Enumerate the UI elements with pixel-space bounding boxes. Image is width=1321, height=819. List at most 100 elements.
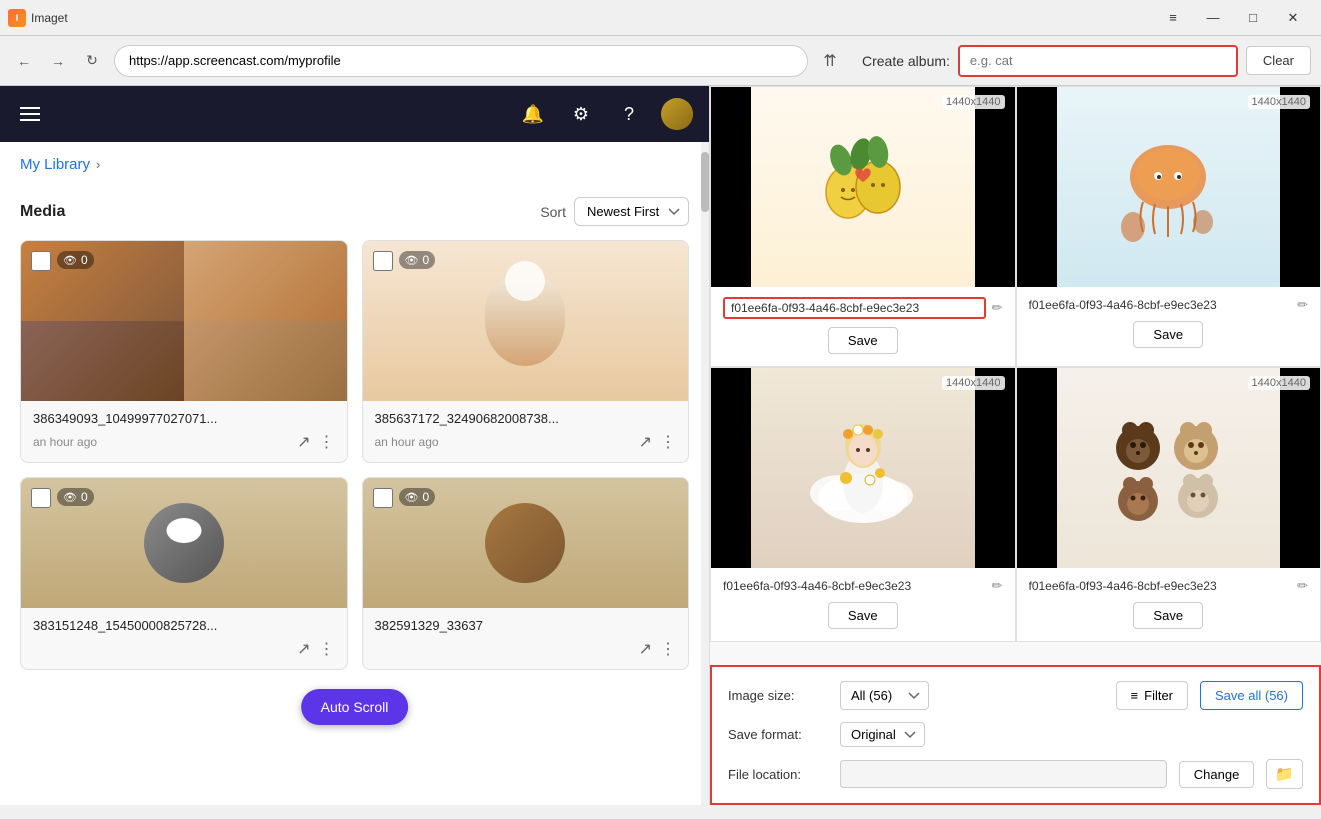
main-layout: 🔔 ⚙ ? My Library › Media Sort Newest Fir… [0, 86, 1321, 805]
save-button[interactable]: Save [1133, 321, 1203, 348]
media-card-time: an hour ago [375, 435, 439, 449]
sort-select[interactable]: Newest First Oldest First [574, 197, 689, 226]
media-header: Media Sort Newest First Oldest First [20, 197, 689, 226]
result-card-body: f01ee6fa-0f93-4a46-8cbf-e9ec3e23 ✏ Save [1017, 287, 1321, 360]
media-card-name: 382591329_33637 [375, 618, 677, 633]
folder-button[interactable]: 📁 [1266, 759, 1303, 789]
settings-button[interactable]: ⚙ [565, 98, 597, 130]
eye-icon: 👁 [63, 254, 77, 267]
hamburger-menu-button[interactable] [16, 103, 44, 125]
black-border-right [1280, 368, 1320, 568]
file-location-input[interactable] [840, 760, 1167, 788]
close-button[interactable]: ✕ [1273, 3, 1313, 33]
card-checkbox[interactable] [31, 488, 51, 508]
result-name: f01ee6fa-0f93-4a46-8cbf-e9ec3e23 [723, 579, 986, 593]
breadcrumb-arrow: › [96, 157, 100, 172]
url-input[interactable] [114, 45, 808, 77]
left-panel: 🔔 ⚙ ? My Library › Media Sort Newest Fir… [0, 86, 710, 805]
art-content [751, 368, 975, 568]
result-card: 1440x1440 ✏ Save [710, 86, 1016, 367]
media-card-footer: an hour ago ↗ ⋮ [33, 432, 335, 452]
card-checkbox[interactable] [373, 251, 393, 271]
result-name-row: f01ee6fa-0f93-4a46-8cbf-e9ec3e23 ✏ [1029, 297, 1309, 313]
more-options-button[interactable]: ⋮ [660, 639, 676, 659]
save-button[interactable]: Save [828, 602, 898, 629]
card-checkbox[interactable] [31, 251, 51, 271]
help-button[interactable]: ? [613, 98, 645, 130]
filter-button[interactable]: ≡ Filter [1116, 681, 1188, 710]
black-border-left [711, 87, 751, 287]
black-border-right [975, 87, 1015, 287]
more-options-button[interactable]: ⋮ [319, 639, 335, 659]
media-card-info: 382591329_33637 ↗ ⋮ [363, 608, 689, 669]
card-checkbox[interactable] [373, 488, 393, 508]
media-card-actions: ↗ ⋮ [639, 432, 676, 452]
back-button[interactable]: ← [10, 47, 38, 75]
share-button[interactable]: ↗ [639, 432, 652, 452]
minimize-button[interactable]: — [1193, 3, 1233, 33]
bookmark-icon[interactable]: ⇈ [816, 47, 844, 75]
media-card-actions: ↗ ⋮ [639, 639, 676, 659]
view-count-badge: 👁 0 [399, 488, 436, 506]
share-button[interactable]: ↗ [297, 639, 310, 659]
maximize-button[interactable]: □ [1233, 3, 1273, 33]
art-content [751, 87, 975, 287]
fairy-art [808, 408, 918, 528]
dimension-badge: 1440x1440 [1248, 95, 1310, 109]
file-location-row: File location: Change 📁 [728, 759, 1303, 789]
auto-scroll-button[interactable]: Auto Scroll [301, 689, 409, 725]
view-count: 0 [81, 490, 88, 504]
edit-icon[interactable]: ✏ [992, 300, 1003, 316]
change-button[interactable]: Change [1179, 761, 1255, 788]
save-format-row: Save format: Original JPG PNG WEBP [728, 722, 1303, 747]
black-border-left [711, 368, 751, 568]
share-button[interactable]: ↗ [639, 639, 652, 659]
edit-icon[interactable]: ✏ [1297, 578, 1308, 594]
image-size-select[interactable]: All (56) Small Medium Large [840, 681, 929, 710]
result-name-input[interactable] [723, 297, 986, 319]
save-format-label: Save format: [728, 727, 828, 742]
avatar[interactable] [661, 98, 693, 130]
art-content [1057, 368, 1281, 568]
result-card-body: ✏ Save [711, 287, 1015, 366]
result-name-row: f01ee6fa-0f93-4a46-8cbf-e9ec3e23 ✏ [1029, 578, 1309, 594]
edit-icon[interactable]: ✏ [992, 578, 1003, 594]
media-section: Media Sort Newest First Oldest First [0, 187, 709, 680]
forward-button[interactable]: → [44, 47, 72, 75]
eye-icon: 👁 [405, 254, 419, 267]
media-card-footer: ↗ ⋮ [375, 639, 677, 659]
more-options-button[interactable]: ⋮ [319, 432, 335, 452]
jellyfish-art [1113, 132, 1223, 242]
save-button[interactable]: Save [828, 327, 898, 354]
share-button[interactable]: ↗ [297, 432, 310, 452]
clear-button[interactable]: Clear [1246, 46, 1311, 75]
browser-address-bar: ← → ↻ ⇈ Create album: Clear [0, 36, 1321, 86]
save-button[interactable]: Save [1133, 602, 1203, 629]
black-border-right [975, 368, 1015, 568]
view-count-badge: 👁 0 [57, 251, 94, 269]
scrollbar-thumb[interactable] [701, 152, 709, 212]
result-card-image: 1440x1440 [711, 368, 1015, 568]
edit-icon[interactable]: ✏ [1297, 297, 1308, 313]
nav-controls: ← → ↻ [10, 47, 106, 75]
notifications-button[interactable]: 🔔 [517, 98, 549, 130]
bears-art [1108, 413, 1228, 523]
breadcrumb: My Library › [0, 142, 709, 187]
save-all-button[interactable]: Save all (56) [1200, 681, 1303, 710]
more-options-button[interactable]: ⋮ [660, 432, 676, 452]
create-album-area: Create album: Clear [862, 45, 1311, 77]
lemon-art [813, 132, 913, 242]
sort-control: Sort Newest First Oldest First [540, 197, 689, 226]
media-card: 👁 0 385637172_32490682008738... an hour … [362, 240, 690, 463]
create-album-input[interactable] [958, 45, 1238, 77]
media-card-name: 383151248_15450000825728... [33, 618, 335, 633]
breadcrumb-link[interactable]: My Library [20, 156, 90, 173]
media-card-name: 385637172_32490682008738... [375, 411, 677, 426]
format-select[interactable]: Original JPG PNG WEBP [840, 722, 925, 747]
create-album-label: Create album: [862, 53, 950, 69]
refresh-button[interactable]: ↻ [78, 47, 106, 75]
result-card: 1440x1440 f01ee6fa-0f93-4a46-8cbf-e9ec3e… [1016, 86, 1321, 367]
menu-button[interactable]: ≡ [1153, 3, 1193, 33]
results-scroll-area[interactable]: 1440x1440 ✏ Save [710, 86, 1321, 665]
media-card-thumbnail: 👁 0 [363, 241, 689, 401]
